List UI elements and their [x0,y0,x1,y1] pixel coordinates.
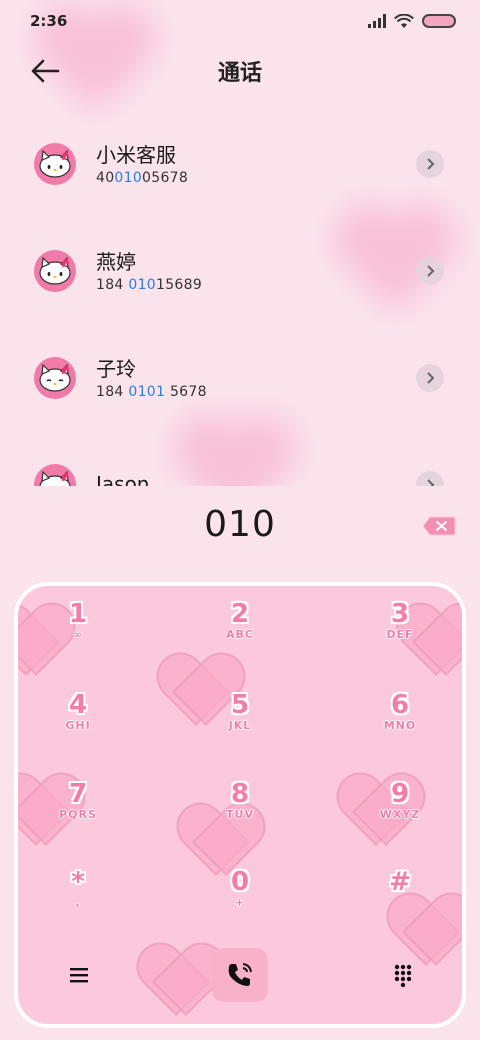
voicemail-icon: ∞ [72,628,84,641]
contact-item[interactable]: 燕婷 184 01015689 [0,217,480,324]
dialpad-icon[interactable] [390,962,416,988]
contact-item[interactable]: Jason [0,431,480,486]
key-7[interactable]: 7 PQRS [18,780,138,850]
key-5[interactable]: 5 JKL [180,691,300,761]
hello-kitty-icon [39,363,71,392]
contact-name: 燕婷 [96,249,136,274]
contact-detail-button[interactable] [416,470,444,486]
contact-name: 小米客服 [96,142,176,167]
avatar [34,356,76,399]
signal-icon [368,14,386,28]
chevron-right-icon [427,478,435,486]
status-icons [368,13,456,29]
status-bar: 2:36 [0,0,480,42]
menu-icon[interactable] [66,962,92,988]
hello-kitty-icon [39,470,71,486]
contact-list: 小米客服 4001005678 燕婷 184 01015689 子玲 184 0… [0,110,480,486]
key-0[interactable]: 0 + [180,868,300,938]
dial-keypad: 1 ∞ 2 ABC 3 DEF 4 GHI 5 JKL 6 MNO 7 PQRS… [14,582,466,1028]
dial-input-row: 010 [0,486,480,570]
backspace-icon[interactable] [422,516,456,536]
contact-detail-button[interactable] [416,149,444,178]
contact-number: 184 0101 5678 [96,383,207,400]
contact-detail-button[interactable] [416,256,444,285]
chevron-right-icon [427,157,435,170]
wifi-icon [394,13,414,28]
chevron-right-icon [427,371,435,384]
page-title: 通话 [217,61,262,86]
key-hash[interactable]: # [340,868,460,938]
key-8[interactable]: 8 TUV [180,780,300,850]
chevron-right-icon [427,264,435,277]
header: 通话 [0,46,480,96]
hello-kitty-icon [39,256,71,285]
contact-detail-button[interactable] [416,363,444,392]
avatar [34,249,76,292]
key-1[interactable]: 1 ∞ [18,600,138,670]
battery-icon [422,14,456,28]
keypad-bottom-bar [18,948,462,1008]
avatar [34,463,76,486]
key-9[interactable]: 9 WXYZ [340,780,460,850]
key-2[interactable]: 2 ABC [180,600,300,670]
key-4[interactable]: 4 GHI [18,691,138,761]
back-arrow-icon[interactable] [28,56,62,86]
contact-number: 184 01015689 [96,276,203,293]
contact-item[interactable]: 小米客服 4001005678 [0,110,480,217]
contact-number: 4001005678 [96,169,189,186]
call-button[interactable] [212,948,268,1002]
status-time: 2:36 [30,12,68,30]
key-6[interactable]: 6 MNO [340,691,460,761]
phone-icon [228,963,252,986]
contact-name: 子玲 [96,356,136,381]
avatar [34,142,76,185]
contact-name: Jason [96,471,150,487]
key-3[interactable]: 3 DEF [340,600,460,670]
hello-kitty-icon [39,149,71,178]
contact-item[interactable]: 子玲 184 0101 5678 [0,324,480,431]
dial-number-display[interactable]: 010 [0,504,480,545]
key-star[interactable]: * , [18,868,138,938]
